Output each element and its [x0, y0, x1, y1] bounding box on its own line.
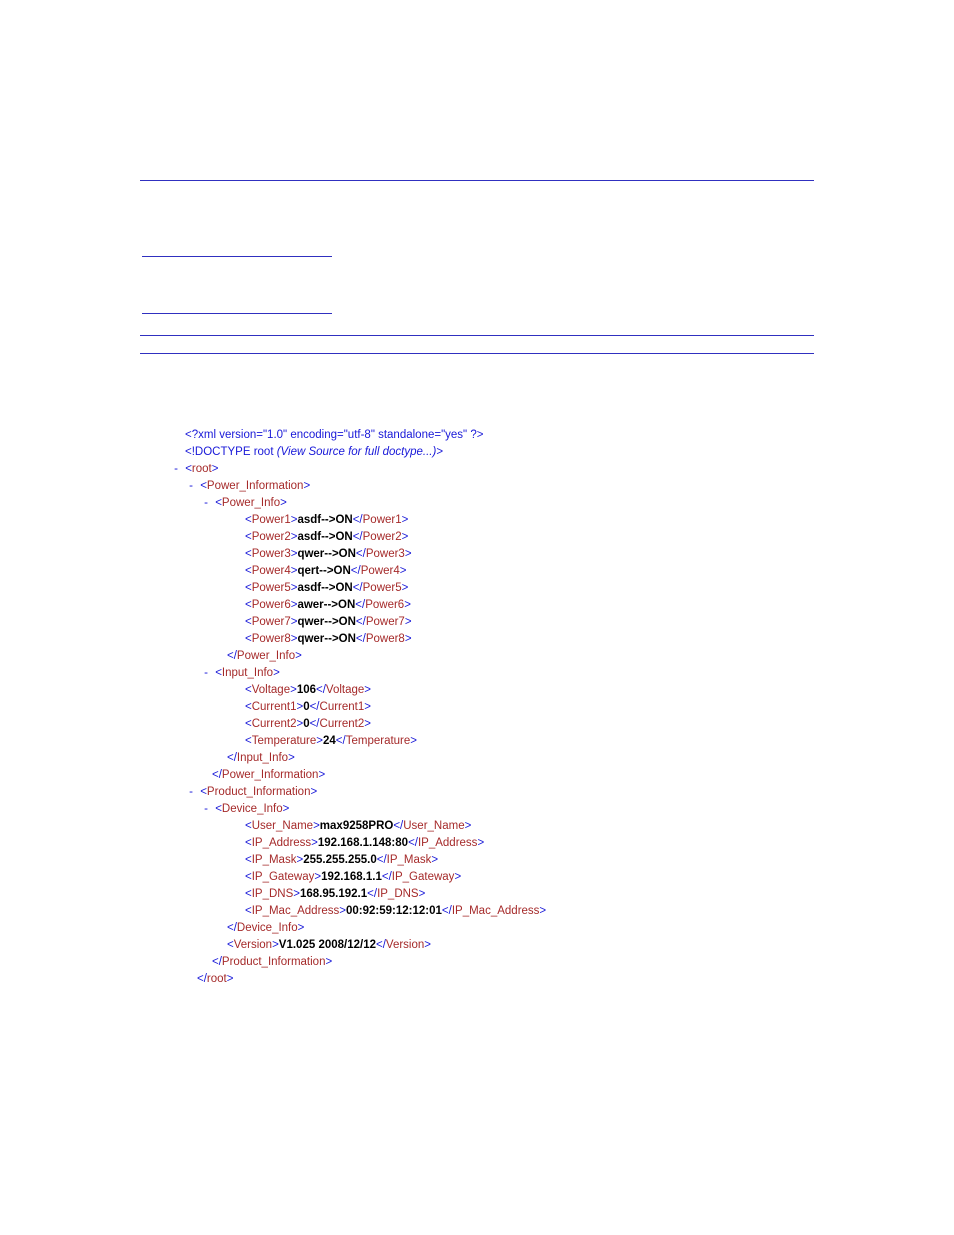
power-entry: <Power8>qwer-->ON</Power8> [245, 631, 814, 648]
user-name-entry: <User_Name>max9258PRO</User_Name> [245, 818, 814, 835]
collapse-toggle[interactable]: - [170, 461, 182, 478]
root-close: </root> [197, 971, 814, 988]
collapse-toggle[interactable]: - [185, 784, 197, 801]
collapse-toggle[interactable]: - [200, 665, 212, 682]
xml-declaration: <?xml version="1.0" encoding="utf-8" sta… [185, 427, 814, 444]
full-rule-1 [140, 321, 814, 336]
power-entry: <Power3>qwer-->ON</Power3> [245, 546, 814, 563]
ip-mac-entry: <IP_Mac_Address>00:92:59:12:12:01</IP_Ma… [245, 903, 814, 920]
device-info-close: </Device_Info> [227, 920, 814, 937]
url-line-2 [140, 298, 814, 317]
ip-gateway-entry: <IP_Gateway>192.168.1.1</IP_Gateway> [245, 869, 814, 886]
ip-mask-entry: <IP_Mask>255.255.255.0</IP_Mask> [245, 852, 814, 869]
url-line-1 [140, 241, 814, 260]
collapse-toggle[interactable]: - [200, 801, 212, 818]
root-open[interactable]: - <root> [170, 461, 814, 478]
ip-address-entry: <IP_Address>192.168.1.148:80</IP_Address… [245, 835, 814, 852]
document-page: <?xml version="1.0" encoding="utf-8" sta… [0, 0, 954, 1088]
collapse-toggle[interactable]: - [185, 478, 197, 495]
power-entry: <Power2>asdf-->ON</Power2> [245, 529, 814, 546]
power-information-open[interactable]: - <Power_Information> [185, 478, 814, 495]
input-info-open[interactable]: - <Input_Info> [200, 665, 814, 682]
product-information-close: </Product_Information> [212, 954, 814, 971]
doctype: <!DOCTYPE root (View Source for full doc… [185, 444, 814, 461]
full-rule-2 [140, 339, 814, 354]
power-info-close: </Power_Info> [227, 648, 814, 665]
device-info-open[interactable]: - <Device_Info> [200, 801, 814, 818]
power-entry: <Power5>asdf-->ON</Power5> [245, 580, 814, 597]
collapse-toggle[interactable]: - [200, 495, 212, 512]
current2-entry: <Current2>0</Current2> [245, 716, 814, 733]
link-placeholder [142, 298, 332, 314]
temperature-entry: <Temperature>24</Temperature> [245, 733, 814, 750]
power-entry: <Power4>qert-->ON</Power4> [245, 563, 814, 580]
power-information-close: </Power_Information> [212, 767, 814, 784]
power-entry: <Power1>asdf-->ON</Power1> [245, 512, 814, 529]
input-info-close: </Input_Info> [227, 750, 814, 767]
power-entry: <Power6>awer-->ON</Power6> [245, 597, 814, 614]
xml-tree: <?xml version="1.0" encoding="utf-8" sta… [170, 427, 814, 988]
ip-dns-entry: <IP_DNS>168.95.192.1</IP_DNS> [245, 886, 814, 903]
power-info-open[interactable]: - <Power_Info> [200, 495, 814, 512]
version-entry: <Version>V1.025 2008/12/12</Version> [227, 937, 814, 954]
link-placeholder [142, 241, 332, 257]
power-entry: <Power7>qwer-->ON</Power7> [245, 614, 814, 631]
section-heading-rule [140, 140, 814, 181]
voltage-entry: <Voltage>106</Voltage> [245, 682, 814, 699]
product-information-open[interactable]: - <Product_Information> [185, 784, 814, 801]
current1-entry: <Current1>0</Current1> [245, 699, 814, 716]
